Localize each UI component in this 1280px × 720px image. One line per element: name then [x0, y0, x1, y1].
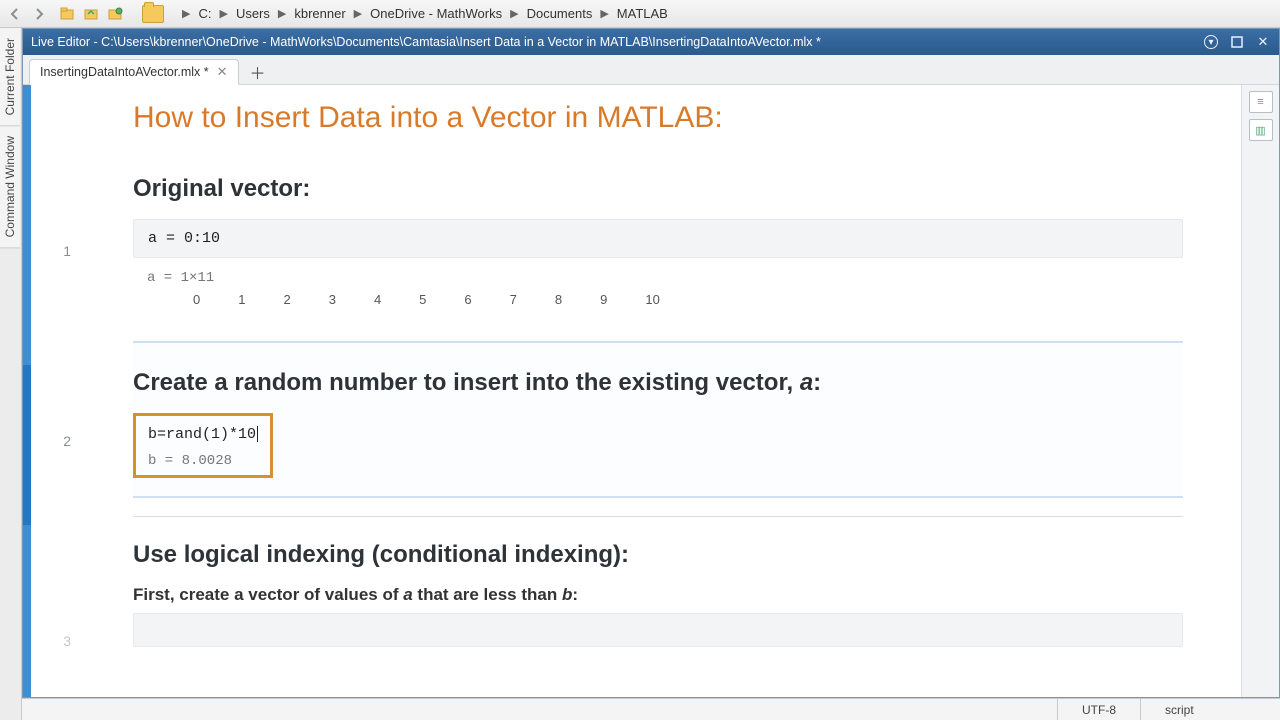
out-val: 0	[193, 292, 200, 307]
new-tab-button[interactable]: ＋	[245, 60, 271, 84]
editor-titlebar[interactable]: Live Editor - C:\Users\kbrenner\OneDrive…	[23, 29, 1279, 55]
heading-text: Create a random number to insert into th…	[133, 369, 800, 396]
out-val: 7	[510, 292, 517, 307]
line-number: 2	[23, 433, 81, 449]
editor-body: 1 2 3 ≡ ▥ How to Insert Data into a Vect…	[23, 85, 1279, 697]
status-encoding[interactable]: UTF-8	[1057, 699, 1140, 720]
section-heading-original: Original vector:	[133, 175, 1183, 203]
current-folder-icon[interactable]	[142, 5, 164, 23]
address-bar: ▶ C: ▶ Users ▶ kbrenner ▶ OneDrive - Mat…	[0, 0, 1280, 28]
hide-code-icon[interactable]	[1249, 147, 1273, 169]
output-right-icon[interactable]: ▥	[1249, 119, 1273, 141]
output-toggle-strip: ≡ ▥	[1241, 85, 1279, 697]
line-number: 1	[23, 243, 81, 259]
out-val: 2	[283, 292, 290, 307]
out-val: 3	[329, 292, 336, 307]
subtext-var: b	[562, 585, 572, 604]
highlighted-code-region: b=rand(1)*10 b = 8.0028	[133, 413, 273, 478]
breadcrumb-item[interactable]: Users	[234, 4, 272, 23]
document-area[interactable]: How to Insert Data into a Vector in MATL…	[83, 85, 1239, 697]
line-number: 3	[23, 633, 81, 649]
current-folder-tab[interactable]: Current Folder	[0, 28, 20, 126]
chevron-right-icon: ▶	[506, 7, 522, 20]
chevron-right-icon: ▶	[350, 7, 366, 20]
out-val: 9	[600, 292, 607, 307]
close-button[interactable]: ✕	[1255, 34, 1271, 50]
command-window-tab[interactable]: Command Window	[0, 126, 20, 248]
status-bar: UTF-8 script	[22, 698, 1280, 720]
subtext-part: that are less than	[413, 585, 562, 604]
chevron-right-icon: ▶	[178, 7, 194, 20]
section-heading-logical: Use logical indexing (conditional indexi…	[133, 541, 1183, 569]
breadcrumb-item[interactable]: kbrenner	[292, 4, 347, 23]
shortcut-icon[interactable]	[58, 5, 78, 23]
breadcrumb-item[interactable]: Documents	[525, 4, 595, 23]
chevron-right-icon: ▶	[596, 7, 612, 20]
subtext-part: :	[572, 585, 578, 604]
maximize-button[interactable]	[1229, 34, 1245, 50]
heading-text: :	[813, 369, 821, 396]
file-tab-strip: InsertingDataIntoAVector.mlx * ✕ ＋	[23, 55, 1279, 85]
code-block-1[interactable]: a = 0:10	[133, 219, 1183, 258]
code-block-3[interactable]	[133, 613, 1183, 647]
tab-close-icon[interactable]: ✕	[217, 64, 228, 80]
section-indicator	[23, 525, 31, 697]
dock-menu-button[interactable]: ▾	[1203, 34, 1219, 50]
code-block-2[interactable]: b=rand(1)*10	[148, 424, 258, 445]
out-val: 8	[555, 292, 562, 307]
output-inline-icon[interactable]: ≡	[1249, 91, 1273, 113]
status-mode[interactable]: script	[1140, 699, 1280, 720]
output-values-1: 0 1 2 3 4 5 6 7 8 9 10	[133, 288, 1183, 307]
toolbar-shortcut-icons	[58, 5, 126, 23]
nav-back-button[interactable]	[6, 5, 24, 23]
section-heading-random: Create a random number to insert into th…	[133, 369, 1183, 397]
page-title: How to Insert Data into a Vector in MATL…	[133, 101, 1183, 135]
breadcrumb-item[interactable]: C:	[196, 4, 213, 23]
out-val: 6	[464, 292, 471, 307]
editor-gutter: 1 2 3	[23, 85, 83, 697]
breadcrumb-item[interactable]: MATLAB	[615, 4, 670, 23]
subtext-part: First, create a vector of values of	[133, 585, 403, 604]
breadcrumb-item[interactable]: OneDrive - MathWorks	[368, 4, 504, 23]
nav-forward-button[interactable]	[30, 5, 48, 23]
output-header-1: a = 1×11	[133, 264, 1183, 288]
shortcut-icon[interactable]	[106, 5, 126, 23]
out-val: 1	[238, 292, 245, 307]
left-dock-tabs: Current Folder Command Window	[0, 28, 22, 720]
output-2: b = 8.0028	[148, 445, 258, 469]
shortcut-icon[interactable]	[82, 5, 102, 23]
chevron-right-icon: ▶	[274, 7, 290, 20]
out-val: 4	[374, 292, 381, 307]
out-val: 5	[419, 292, 426, 307]
breadcrumb: ▶ C: ▶ Users ▶ kbrenner ▶ OneDrive - Mat…	[178, 4, 670, 23]
file-tab-active[interactable]: InsertingDataIntoAVector.mlx * ✕	[29, 59, 239, 85]
out-val: 10	[645, 292, 659, 307]
chevron-right-icon: ▶	[215, 7, 231, 20]
editor-title-text: Live Editor - C:\Users\kbrenner\OneDrive…	[31, 35, 1203, 49]
heading-var: a	[800, 369, 813, 396]
file-tab-label: InsertingDataIntoAVector.mlx *	[40, 65, 209, 79]
live-editor-window: Live Editor - C:\Users\kbrenner\OneDrive…	[22, 28, 1280, 698]
subtext-var: a	[403, 585, 412, 604]
section-subtext: First, create a vector of values of a th…	[133, 585, 1183, 605]
